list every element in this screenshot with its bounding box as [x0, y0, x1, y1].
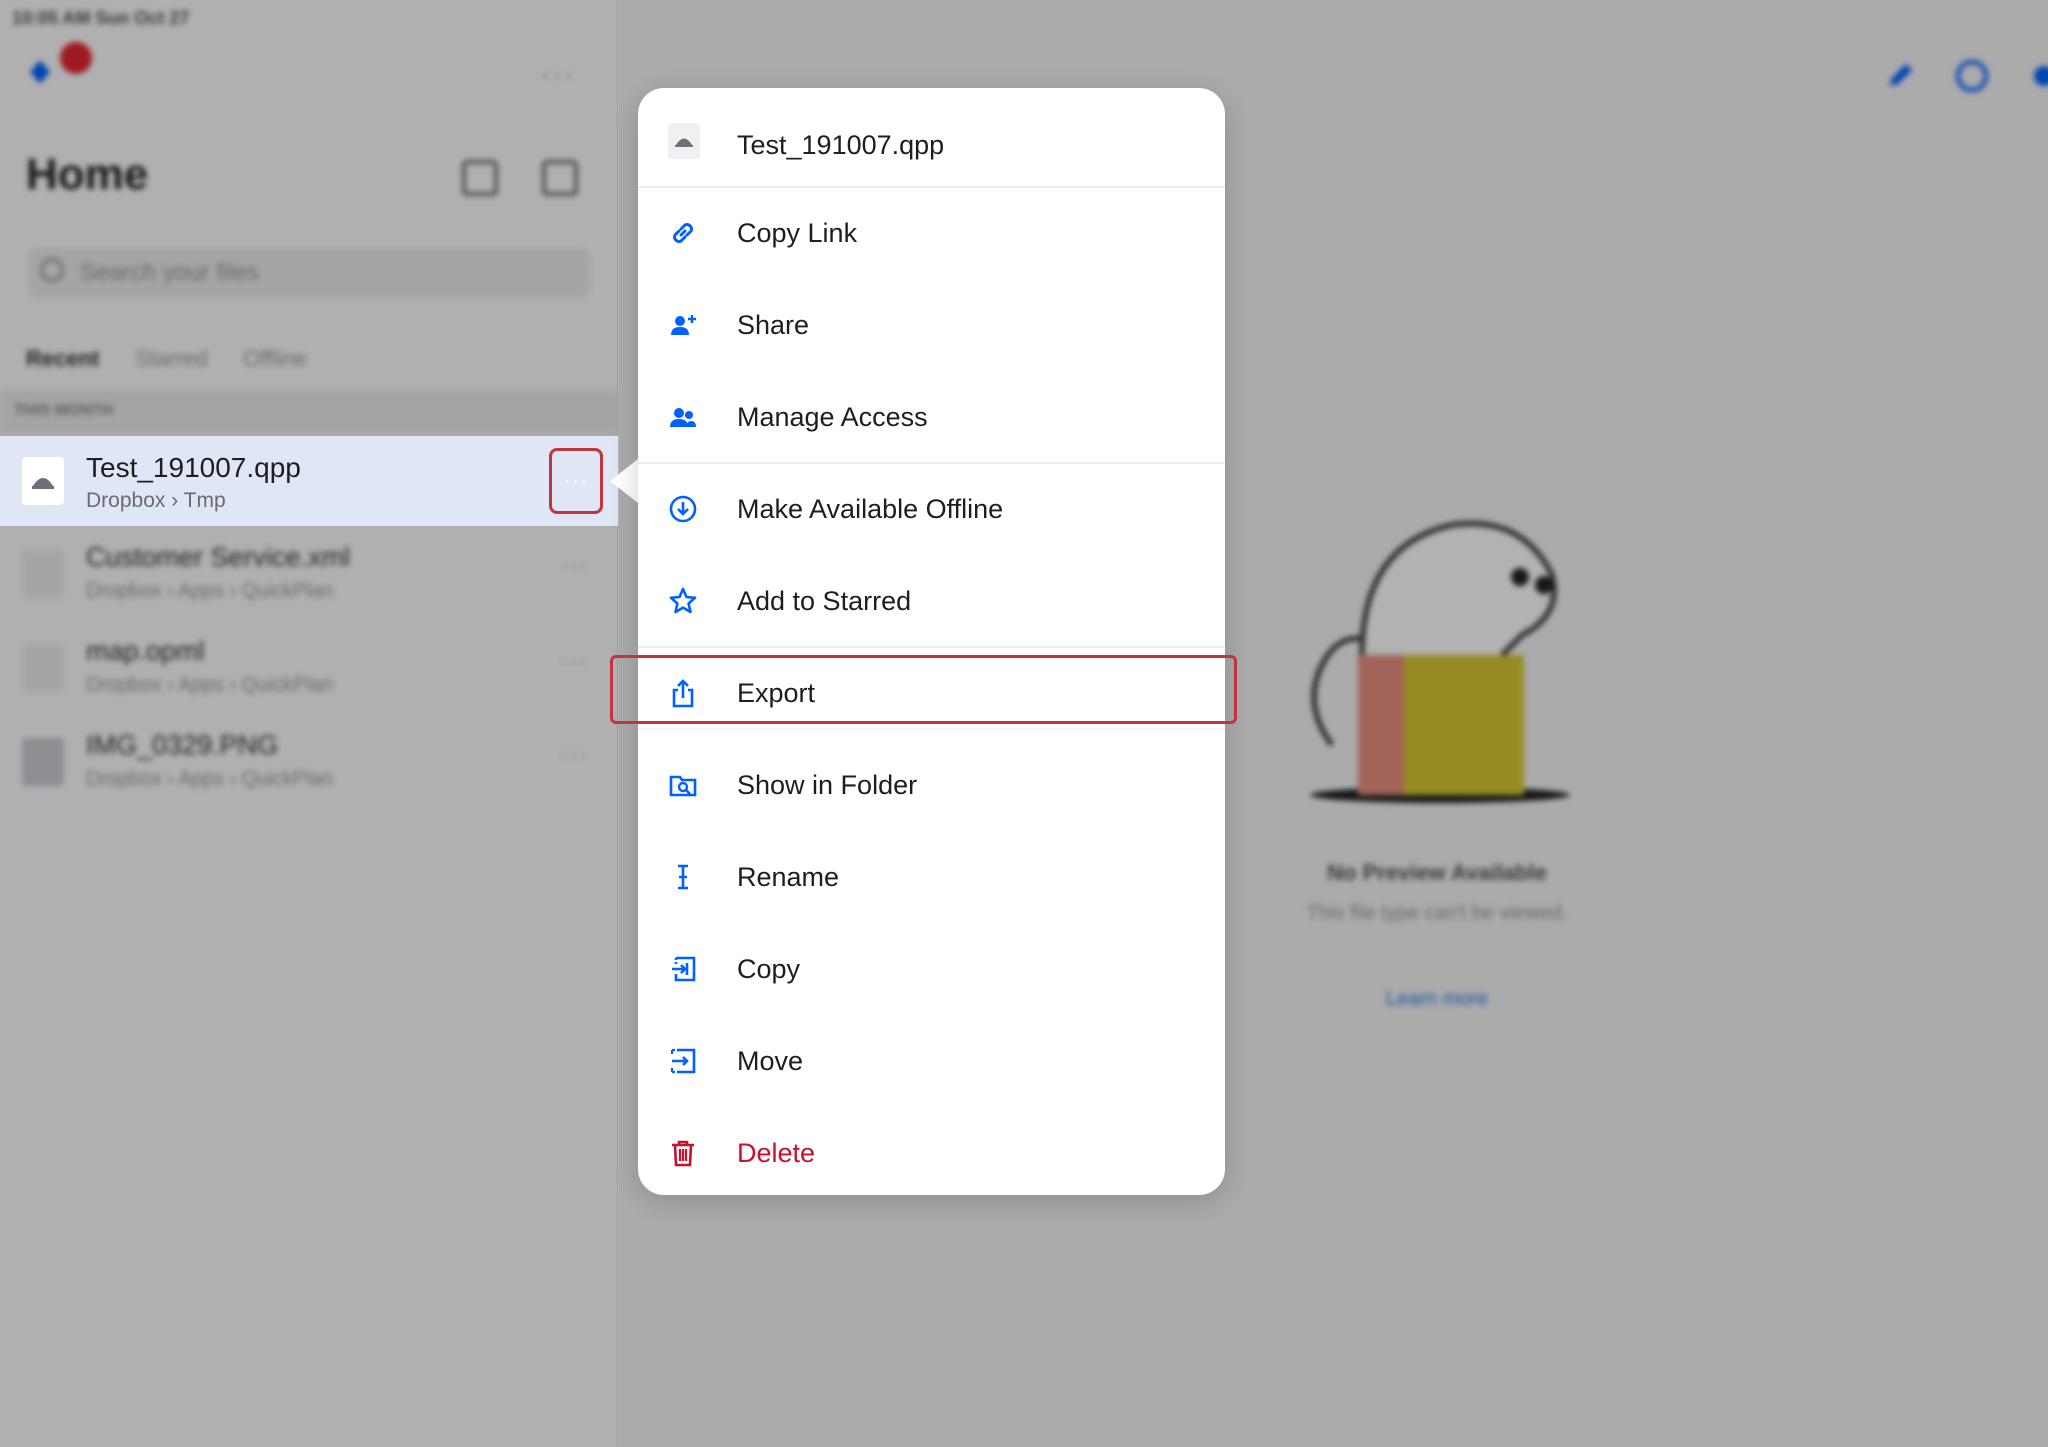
file-actions-menu: Test_191007.qpp Copy Link Share Manage A… [638, 88, 1225, 1195]
dropbox-app: 10:05 AM Sun Oct 27 ··· Home Search your… [0, 0, 2048, 1447]
file-name: Test_191007.qpp [86, 452, 301, 483]
menu-item-delete[interactable]: Delete [638, 1107, 1225, 1195]
people-icon [668, 402, 698, 432]
popover-arrow [610, 459, 638, 503]
menu-item-manage-access[interactable]: Manage Access [638, 371, 1225, 463]
menu-item-rename[interactable]: Rename [638, 831, 1225, 923]
menu-item-make-available-offline[interactable]: Make Available Offline [638, 463, 1225, 555]
menu-item-copy-link[interactable]: Copy Link [638, 187, 1225, 279]
qpp-file-icon [22, 457, 64, 505]
trash-icon [668, 1138, 698, 1168]
menu-file-name: Test_191007.qpp [737, 130, 945, 160]
export-icon [668, 678, 698, 708]
file-path: Dropbox › Tmp [86, 489, 226, 512]
more-options-button[interactable]: ··· [549, 448, 603, 514]
menu-item-share[interactable]: Share [638, 279, 1225, 371]
menu-item-copy[interactable]: Copy [638, 923, 1225, 1015]
menu-item-label: Show in Folder [737, 770, 918, 800]
menu-item-label: Manage Access [737, 402, 928, 432]
link-icon [668, 218, 698, 248]
copy-icon [668, 954, 698, 984]
menu-item-label: Copy [737, 954, 801, 984]
star-icon [668, 586, 698, 616]
menu-item-label: Share [737, 310, 810, 340]
offline-download-icon [668, 494, 698, 524]
qpp-file-icon [668, 123, 700, 159]
menu-item-move[interactable]: Move [638, 1015, 1225, 1107]
menu-item-show-in-folder[interactable]: Show in Folder [638, 739, 1225, 831]
menu-item-label: Export [737, 678, 816, 708]
menu-item-label: Rename [737, 862, 840, 892]
text-cursor-icon [668, 862, 698, 892]
menu-item-label: Copy Link [737, 218, 858, 248]
share-person-icon [668, 310, 698, 340]
menu-item-label: Make Available Offline [737, 494, 1004, 524]
move-icon [668, 1046, 698, 1076]
file-row-selected[interactable]: Test_191007.qpp Dropbox › Tmp ··· [0, 436, 618, 526]
menu-item-label: Delete [737, 1138, 816, 1168]
menu-item-add-to-starred[interactable]: Add to Starred [638, 555, 1225, 647]
menu-item-label: Move [737, 1046, 804, 1076]
folder-search-icon [668, 770, 698, 800]
menu-item-label: Add to Starred [737, 586, 912, 616]
menu-file-header: Test_191007.qpp [638, 88, 1225, 186]
menu-item-export[interactable]: Export [638, 647, 1225, 739]
